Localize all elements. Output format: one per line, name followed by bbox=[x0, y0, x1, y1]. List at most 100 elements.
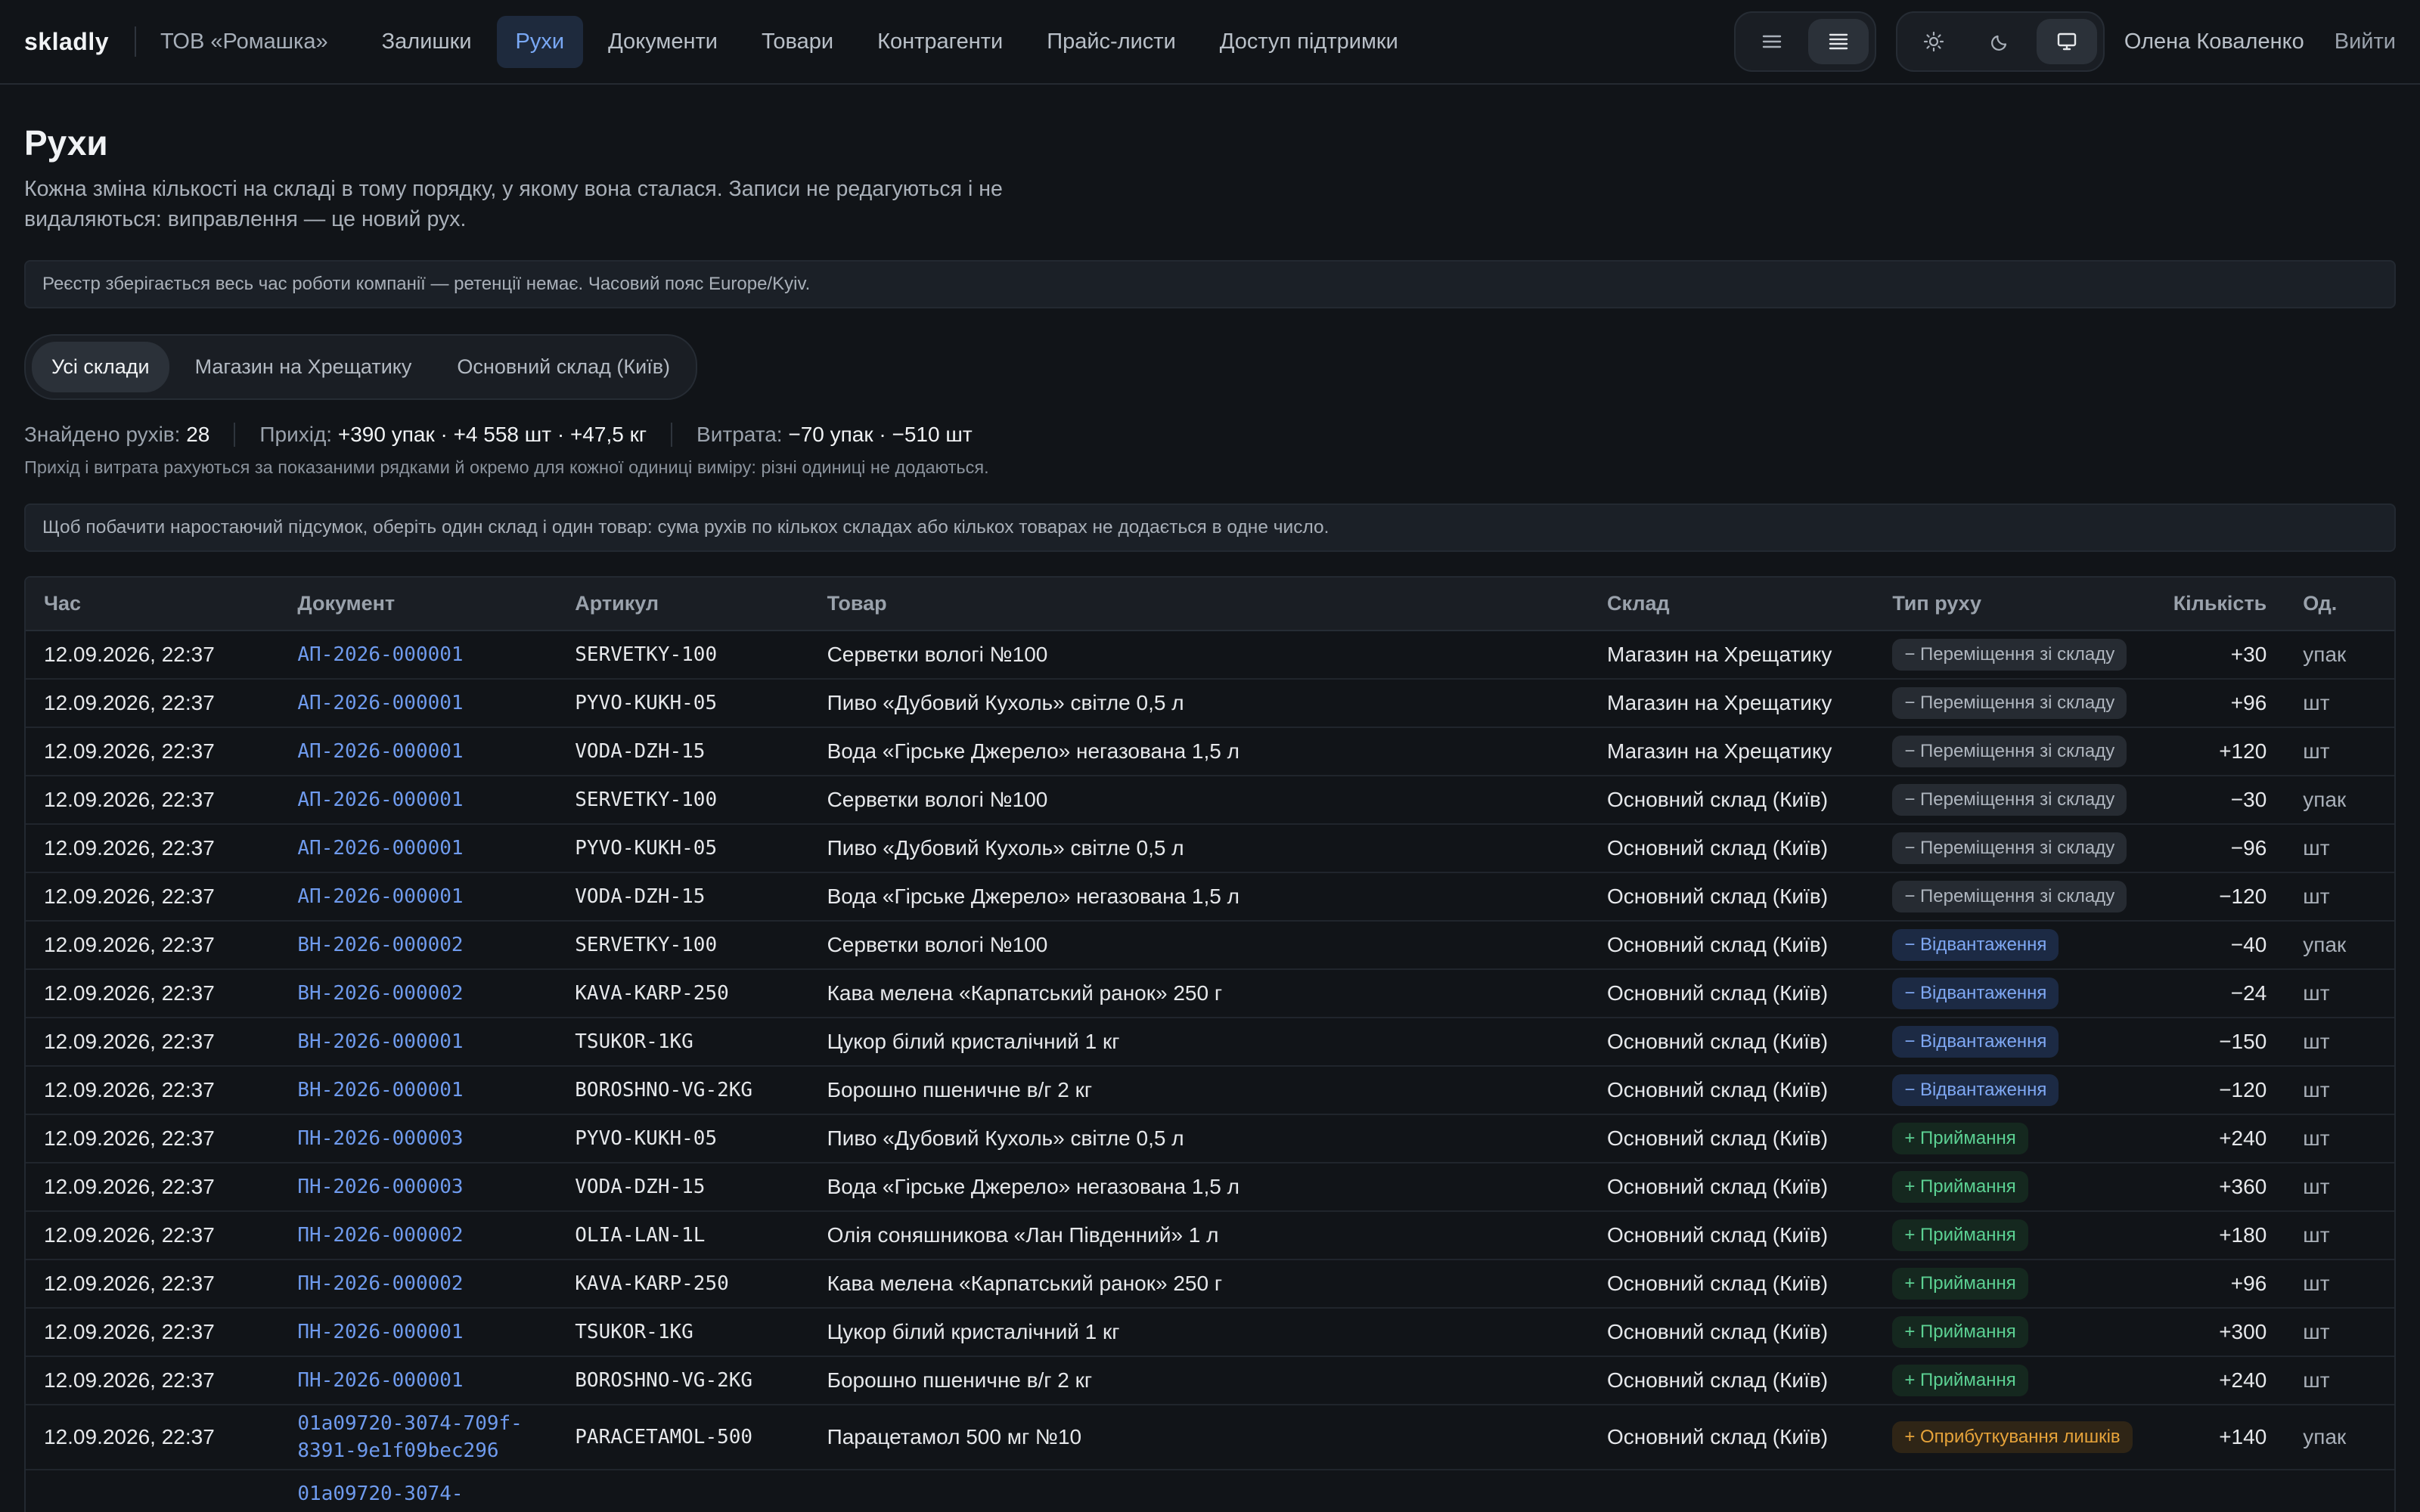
logout-button[interactable]: Вийти bbox=[2335, 29, 2396, 54]
table-row[interactable]: 12.09.2026, 22:37 01a09720-3074-709f-8391… bbox=[26, 1405, 2394, 1470]
cell-quantity: −30 bbox=[2149, 776, 2285, 825]
movement-type-badge: − Відвантаження bbox=[1892, 1026, 2059, 1058]
cell-unit: шт bbox=[2285, 872, 2394, 922]
main-nav: Залишки Рухи Документи Товари Контрагент… bbox=[363, 15, 1417, 68]
cell-quantity: −120 bbox=[2149, 1066, 2285, 1115]
col-unit[interactable]: Од. bbox=[2285, 578, 2394, 631]
cell-product: Серветки вологі №100 bbox=[808, 776, 1589, 825]
table-row[interactable]: 12.09.2026, 22:37 АП-2026-000001 SERVETKY-… bbox=[26, 631, 2394, 680]
brand-logo[interactable]: skladly bbox=[24, 28, 109, 56]
table-row[interactable]: 12.09.2026, 22:37 ПН-2026-000001 BOROSHNO-… bbox=[26, 1356, 2394, 1405]
cell-document-link[interactable]: АП-2026-000001 bbox=[279, 727, 557, 776]
list-dense-icon[interactable] bbox=[1807, 19, 1869, 64]
cell-document-link[interactable]: 01a09720-3074- bbox=[279, 1470, 557, 1512]
table-row[interactable]: 12.09.2026, 22:37 АП-2026-000001 PYVO-KUKH… bbox=[26, 824, 2394, 873]
cell-document-link[interactable]: ПН-2026-000001 bbox=[279, 1308, 557, 1357]
expense-value: −70 упак · −510 шт bbox=[788, 423, 973, 446]
cell-sku: PYVO-KUKH-05 bbox=[557, 679, 809, 728]
table-row[interactable]: 12.09.2026, 22:37 АП-2026-000001 SERVETKY-… bbox=[26, 776, 2394, 825]
cell-time: 12.09.2026, 22:37 bbox=[26, 1066, 280, 1115]
table-row[interactable]: 12.09.2026, 22:37 ВН-2026-000002 KAVA-KARP… bbox=[26, 969, 2394, 1018]
page-subtitle: Кожна зміна кількості на складі в тому п… bbox=[24, 177, 1003, 231]
nav-item-movements[interactable]: Рухи bbox=[496, 15, 584, 68]
cell-warehouse: Основний склад (Київ) bbox=[1588, 1163, 1875, 1212]
cell-document-link[interactable]: АП-2026-000001 bbox=[279, 776, 557, 825]
cell-document-link[interactable]: ВН-2026-000001 bbox=[279, 1018, 557, 1067]
nav-item-products[interactable]: Товари bbox=[743, 16, 852, 68]
monitor-icon[interactable] bbox=[2036, 19, 2097, 64]
cell-sku: KAVA-KARP-250 bbox=[557, 1259, 809, 1309]
table-row[interactable]: 12.09.2026, 22:37 ВН-2026-000002 SERVETKY-… bbox=[26, 921, 2394, 970]
table-row[interactable]: 12.09.2026, 22:37 ПН-2026-000002 OLIA-LAN-… bbox=[26, 1211, 2394, 1260]
cell-unit: шт bbox=[2285, 1259, 2394, 1309]
col-warehouse[interactable]: Склад bbox=[1588, 578, 1875, 631]
cell-quantity: +240 bbox=[2149, 1356, 2285, 1405]
cell-document-link[interactable]: ПН-2026-000001 bbox=[279, 1356, 557, 1405]
nav-item-documents[interactable]: Документи bbox=[589, 16, 737, 68]
movement-type-badge: − Переміщення зі складу bbox=[1892, 832, 2127, 864]
cell-document-link[interactable]: ПН-2026-000003 bbox=[279, 1114, 557, 1163]
table-row[interactable]: 12.09.2026, 22:37 ВН-2026-000001 BOROSHNO-… bbox=[26, 1066, 2394, 1115]
cell-product bbox=[808, 1470, 1589, 1512]
col-time[interactable]: Час bbox=[26, 578, 280, 631]
table-row[interactable]: 12.09.2026, 22:37 ПН-2026-000002 KAVA-KARP… bbox=[26, 1259, 2394, 1309]
cell-document-link[interactable]: ПН-2026-000002 bbox=[279, 1211, 557, 1260]
cell-document-link[interactable]: ВН-2026-000001 bbox=[279, 1066, 557, 1115]
nav-item-stock[interactable]: Залишки bbox=[363, 16, 491, 68]
cell-document-link[interactable]: АП-2026-000001 bbox=[279, 872, 557, 922]
table-row[interactable]: 12.09.2026, 22:37 ПН-2026-000003 PYVO-KUKH… bbox=[26, 1114, 2394, 1163]
cell-unit: упак bbox=[2285, 776, 2394, 825]
nav-item-counterparties[interactable]: Контрагенти bbox=[858, 16, 1022, 68]
tab-all-warehouses[interactable]: Усі склади bbox=[32, 342, 169, 392]
nav-item-support-access[interactable]: Доступ підтримки bbox=[1201, 16, 1417, 68]
movement-type-badge: + Приймання bbox=[1892, 1171, 2028, 1203]
sun-icon[interactable] bbox=[1903, 19, 1964, 64]
table-row[interactable]: 01a09720-3074- bbox=[26, 1470, 2394, 1512]
cell-movement-type: + Приймання bbox=[1874, 1211, 2149, 1260]
tab-main-warehouse[interactable]: Основний склад (Київ) bbox=[437, 342, 690, 392]
movement-type-badge: + Приймання bbox=[1892, 1123, 2028, 1154]
list-compact-icon[interactable] bbox=[1742, 19, 1802, 64]
cell-sku: OLIA-LAN-1L bbox=[557, 1211, 809, 1260]
table-row[interactable]: 12.09.2026, 22:37 АП-2026-000001 VODA-DZH-… bbox=[26, 872, 2394, 922]
col-quantity[interactable]: Кількість bbox=[2149, 578, 2285, 631]
cell-warehouse: Основний склад (Київ) bbox=[1588, 1356, 1875, 1405]
table-row[interactable]: 12.09.2026, 22:37 АП-2026-000001 VODA-DZH-… bbox=[26, 727, 2394, 776]
theme-switch bbox=[1895, 11, 2105, 72]
cell-sku bbox=[557, 1470, 809, 1512]
cell-document-link[interactable]: АП-2026-000001 bbox=[279, 824, 557, 873]
nav-item-price-lists[interactable]: Прайс-листи bbox=[1028, 16, 1195, 68]
movements-table: Час Документ Артикул Товар Склад Тип рух… bbox=[24, 576, 2396, 1512]
col-type[interactable]: Тип руху bbox=[1874, 578, 2149, 631]
cell-time: 12.09.2026, 22:37 bbox=[26, 1211, 280, 1260]
table-row[interactable]: 12.09.2026, 22:37 ПН-2026-000001 TSUKOR-1K… bbox=[26, 1308, 2394, 1357]
cell-warehouse: Основний склад (Київ) bbox=[1588, 872, 1875, 922]
cell-quantity: −150 bbox=[2149, 1018, 2285, 1067]
movement-type-badge: − Переміщення зі складу bbox=[1892, 639, 2127, 671]
cell-movement-type: + Приймання bbox=[1874, 1114, 2149, 1163]
income-value: +390 упак · +4 558 шт · +47,5 кг bbox=[337, 423, 647, 446]
cell-document-link[interactable]: ПН-2026-000002 bbox=[279, 1259, 557, 1309]
cell-document-link[interactable]: АП-2026-000001 bbox=[279, 631, 557, 680]
table-row[interactable]: 12.09.2026, 22:37 ВН-2026-000001 TSUKOR-1K… bbox=[26, 1018, 2394, 1067]
cell-movement-type: − Відвантаження bbox=[1874, 969, 2149, 1018]
table-row[interactable]: 12.09.2026, 22:37 ПН-2026-000003 VODA-DZH-… bbox=[26, 1163, 2394, 1212]
cell-document-link[interactable]: ПН-2026-000003 bbox=[279, 1163, 557, 1212]
table-row[interactable]: 12.09.2026, 22:37 АП-2026-000001 PYVO-KUKH… bbox=[26, 679, 2394, 728]
moon-icon[interactable] bbox=[1970, 19, 2031, 64]
col-product[interactable]: Товар bbox=[808, 578, 1589, 631]
cell-time: 12.09.2026, 22:37 bbox=[26, 679, 280, 728]
cell-document-link[interactable]: ВН-2026-000002 bbox=[279, 921, 557, 970]
tab-khreshchatyk-store[interactable]: Магазин на Хрещатику bbox=[175, 342, 432, 392]
cell-product: Серветки вологі №100 bbox=[808, 631, 1589, 680]
movement-type-badge: − Відвантаження bbox=[1892, 1074, 2059, 1106]
cell-document-link[interactable]: 01a09720-3074-709f-8391-9e1f09bec296 bbox=[279, 1405, 557, 1470]
col-document[interactable]: Документ bbox=[279, 578, 557, 631]
col-sku[interactable]: Артикул bbox=[557, 578, 809, 631]
user-name[interactable]: Олена Коваленко bbox=[2124, 29, 2304, 54]
cell-sku: KAVA-KARP-250 bbox=[557, 969, 809, 1018]
cell-document-link[interactable]: АП-2026-000001 bbox=[279, 679, 557, 728]
cell-document-link[interactable]: ВН-2026-000002 bbox=[279, 969, 557, 1018]
cell-time: 12.09.2026, 22:37 bbox=[26, 1405, 280, 1470]
cell-time: 12.09.2026, 22:37 bbox=[26, 872, 280, 922]
